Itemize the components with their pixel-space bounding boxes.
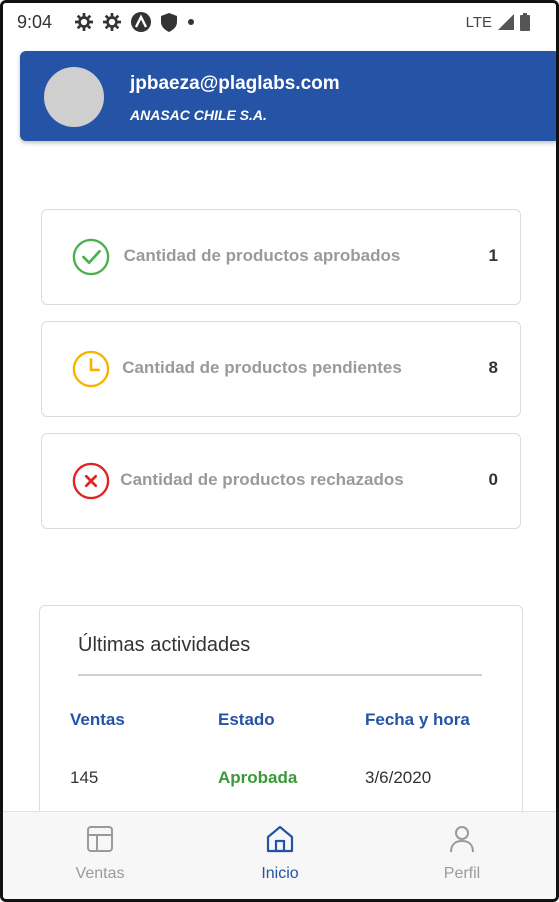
activities-title: Últimas actividades [78, 634, 251, 656]
gear-icon [103, 13, 121, 31]
battery-icon [520, 13, 530, 31]
nav-item-inicio[interactable]: Inicio [225, 824, 335, 883]
shield-icon [161, 12, 177, 32]
column-header-estado: Estado [218, 710, 275, 729]
stat-label-approved: Cantidad de productos aprobados [123, 246, 401, 265]
status-bar: 9:04 LTE [3, 3, 556, 43]
stat-value-rejected: 0 [488, 470, 498, 489]
stat-value-approved: 1 [488, 246, 498, 265]
nav-label-ventas: Ventas [75, 865, 125, 882]
column-header-ventas: Ventas [70, 710, 125, 729]
company-name: ANASAC CHILE S.A. [130, 107, 267, 123]
signal-icon [498, 14, 514, 30]
bottom-nav: Ventas Inicio Perfil [3, 811, 556, 899]
app-a-icon [131, 12, 151, 32]
network-type: LTE [465, 13, 492, 31]
nav-item-ventas[interactable]: Ventas [45, 824, 155, 883]
table-cell-ventas: 145 [70, 768, 99, 787]
status-notification-icons [75, 12, 195, 32]
user-email: jpbaeza@plaglabs.com [130, 73, 340, 94]
profile-header: jpbaeza@plaglabs.com ANASAC CHILE S.A. [20, 51, 556, 141]
gear-icon [75, 13, 93, 31]
stat-card-approved[interactable]: Cantidad de productos aprobados 1 [41, 209, 521, 305]
avatar[interactable] [44, 67, 104, 127]
person-icon [450, 826, 474, 853]
nav-item-perfil[interactable]: Perfil [407, 824, 517, 883]
divider [78, 674, 482, 676]
stat-card-pending[interactable]: Cantidad de productos pendientes 8 [41, 321, 521, 417]
phone-frame: 9:04 LTE jpbaeza@plaglabs.com ANASAC CHI… [0, 0, 559, 902]
status-right: LTE [466, 13, 530, 31]
stat-value-pending: 8 [488, 358, 498, 377]
status-time: 9:04 [17, 12, 53, 32]
dot-icon [188, 19, 194, 25]
home-icon [266, 825, 294, 853]
nav-label-perfil: Perfil [443, 865, 481, 882]
table-cell-fecha: 3/6/2020 [365, 768, 432, 787]
nav-label-inicio: Inicio [261, 865, 299, 882]
stat-card-rejected[interactable]: Cantidad de productos rechazados 0 [41, 433, 521, 529]
table-cell-estado: Aprobada [218, 768, 298, 787]
column-header-fecha: Fecha y hora [365, 710, 470, 729]
table-layout-icon [87, 826, 113, 852]
stat-label-rejected: Cantidad de productos rechazados [120, 470, 404, 489]
stat-label-pending: Cantidad de productos pendientes [122, 358, 402, 377]
